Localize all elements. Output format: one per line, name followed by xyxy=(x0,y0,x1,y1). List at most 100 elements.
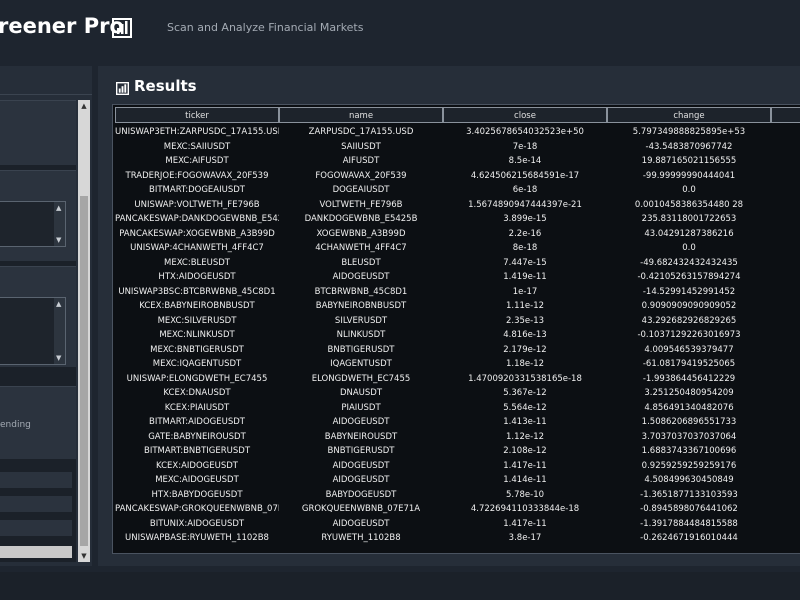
filter-row[interactable] xyxy=(0,520,72,537)
ticker-cell: KCEX:DNAUSDT xyxy=(163,388,231,398)
list-scrollbar[interactable]: ▲ ▼ xyxy=(54,202,65,246)
change-cell: 1.6883743367100696 xyxy=(641,446,737,456)
ticker-cell: BITMART:AIDOGEUSDT xyxy=(149,417,245,427)
filter-row[interactable] xyxy=(0,496,72,513)
close-cell: 1.5674890947444397e-21 xyxy=(468,199,582,210)
ticker-cell: UNISWAP3BSC:BTCBRWBNB_45C8D1 xyxy=(118,286,276,297)
name-cell: RYUWETH_1102B8 xyxy=(321,533,401,543)
change-cell: 19.887165021156555 xyxy=(641,156,737,166)
close-cell: 3.899e-15 xyxy=(503,214,547,224)
close-cell: 1.4700920331538165e-18 xyxy=(468,373,582,384)
app-title: reener Pro xyxy=(0,14,124,38)
scroll-down-icon[interactable]: ▼ xyxy=(78,550,90,562)
change-cell: 43.292682926829265 xyxy=(641,315,737,326)
name-cell: AIFUSDT xyxy=(342,156,380,166)
name-cell: 4CHANWETH_4FF4C7 xyxy=(315,243,407,253)
change-cell: -61.08179419525065 xyxy=(642,359,736,369)
name-cell: ZARPUSDC_17A155.USD xyxy=(308,127,414,137)
close-cell: 1.12e-12 xyxy=(505,431,545,442)
ticker-cell: KCEX:PIAIUSDT xyxy=(164,402,230,413)
change-cell: 3.7037037037037064 xyxy=(641,431,737,442)
scroll-down-icon[interactable]: ▼ xyxy=(56,354,61,362)
name-cell: IQAGENTUSDT xyxy=(330,359,392,369)
column-header-name[interactable]: name xyxy=(279,107,443,123)
name-cell: VOLTWETH_FE796B xyxy=(319,199,403,210)
ticker-cell: MEXC:NLINKUSDT xyxy=(159,330,235,340)
change-cell: 1.5086206896551733 xyxy=(641,417,737,427)
sort-order-label: ending xyxy=(0,420,31,430)
close-cell: 1.18e-12 xyxy=(505,359,545,369)
ticker-cell: BITMART:DOGEAIUSDT xyxy=(149,185,245,195)
close-cell: 2.108e-12 xyxy=(503,446,547,456)
close-cell: 7.447e-15 xyxy=(503,257,547,268)
close-cell: 1.419e-11 xyxy=(503,272,547,282)
filter-row[interactable] xyxy=(0,472,72,489)
close-cell: 1.11e-12 xyxy=(505,301,545,311)
name-cell: FOGOWAVAX_20F539 xyxy=(315,170,407,181)
bar-chart-icon xyxy=(112,18,132,38)
filter-slider[interactable] xyxy=(0,546,72,558)
change-cell: -1.3917884484815588 xyxy=(640,518,738,529)
change-cell: 5.797349888825895e+53 xyxy=(632,127,746,137)
close-cell: 2.35e-13 xyxy=(505,315,545,326)
close-cell: 7e-18 xyxy=(512,141,538,152)
column-header-close[interactable]: close xyxy=(443,107,607,123)
change-cell: 4.009546539379477 xyxy=(644,344,734,355)
results-panel: Results ticker name close change UNISWAP… xyxy=(98,66,800,566)
column-header-ticker[interactable]: ticker xyxy=(115,107,279,123)
close-cell: 3.8e-17 xyxy=(508,533,542,543)
results-title: Results xyxy=(134,77,197,95)
close-cell: 3.4025678654032523e+50 xyxy=(466,127,584,137)
change-cell: 0.9259259259259176 xyxy=(641,460,737,471)
filter-section xyxy=(0,100,76,165)
list-scrollbar[interactable]: ▲ ▼ xyxy=(54,298,65,364)
change-cell: -1.993864456412229 xyxy=(642,373,736,384)
name-cell: AIDOGEUSDT xyxy=(332,475,390,485)
close-cell: 4.722694110333844e-18 xyxy=(470,504,580,514)
ticker-cell: MEXC:IQAGENTUSDT xyxy=(152,359,242,369)
change-cell: -0.42105263157894274 xyxy=(637,272,741,282)
ticker-cell: MEXC:AIFUSDT xyxy=(165,156,229,166)
column-header-change[interactable]: change xyxy=(607,107,771,123)
close-cell: 1.413e-11 xyxy=(503,417,547,427)
change-cell: -43.5483870967742 xyxy=(645,141,733,152)
ticker-cell: MEXC:AIDOGEUSDT xyxy=(155,475,239,485)
close-cell: 1e-17 xyxy=(512,286,538,297)
ticker-cell: TRADERJOE:FOGOWAVAX_20F539 xyxy=(125,170,269,181)
ticker-cell: UNISWAP:VOLTWETH_FE796B xyxy=(134,199,260,210)
ticker-cell: MEXC:SAIIUSDT xyxy=(163,141,231,152)
column-header-extra[interactable] xyxy=(771,107,800,123)
close-cell: 2.2e-16 xyxy=(508,228,542,239)
name-cell: SILVERUSDT xyxy=(334,315,388,326)
scroll-up-icon[interactable]: ▲ xyxy=(56,204,61,212)
filter-panel-scrollbar[interactable]: ▲ ▼ xyxy=(78,100,90,562)
name-cell: XOGEWBNB_A3B99D xyxy=(316,228,406,239)
close-cell: 6e-18 xyxy=(512,185,538,195)
filter-list-box[interactable]: ▲ ▼ xyxy=(0,201,66,247)
change-cell: -99.99999990444041 xyxy=(642,170,736,181)
filter-list-box[interactable]: ▲ ▼ xyxy=(0,297,66,365)
change-cell: 0.0010458386354480 28 xyxy=(634,199,744,210)
scroll-up-icon[interactable]: ▲ xyxy=(56,300,61,308)
scroll-down-icon[interactable]: ▼ xyxy=(56,236,61,244)
name-cell: DOGEAIUSDT xyxy=(332,185,390,195)
name-cell: BTCBRWBNB_45C8D1 xyxy=(314,286,408,297)
close-cell: 1.417e-11 xyxy=(503,518,547,529)
name-cell: AIDOGEUSDT xyxy=(332,460,390,471)
ticker-cell: UNISWAP:ELONGDWETH_EC7455 xyxy=(126,373,268,384)
filter-section: ▲ ▼ xyxy=(0,266,76,367)
filter-panel: ▲ ▼ ▲ ▼ ending ▲ ▼ xyxy=(0,66,92,566)
name-cell: ELONGDWETH_EC7455 xyxy=(311,373,411,384)
ticker-cell: BITMART:BNBTIGERUSDT xyxy=(143,446,251,456)
close-cell: 5.367e-12 xyxy=(503,388,547,398)
ticker-cell: MEXC:SILVERUSDT xyxy=(157,315,237,326)
name-cell: DNAUSDT xyxy=(339,388,383,398)
ticker-cell: KCEX:AIDOGEUSDT xyxy=(156,460,238,471)
scroll-up-icon[interactable]: ▲ xyxy=(78,100,90,112)
close-cell: 1.417e-11 xyxy=(503,460,547,471)
app-header: reener Pro Scan and Analyze Financial Ma… xyxy=(0,0,800,60)
change-cell: -0.2624671916010444 xyxy=(640,533,738,543)
scrollbar-thumb[interactable] xyxy=(80,196,88,546)
ticker-cell: PANCAKESWAP:XOGEWBNB_A3B99D xyxy=(119,228,275,239)
name-cell: BABYNEIROBNBUSDT xyxy=(315,301,407,311)
